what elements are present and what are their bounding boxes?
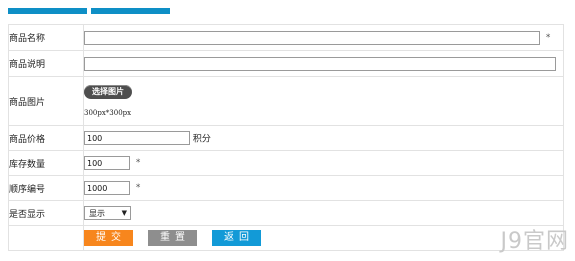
chevron-down-icon: ▼: [121, 209, 127, 217]
stock-quantity-label: 库存数量: [8, 150, 84, 176]
product-image-cell: 选择图片 300px*300px: [83, 76, 564, 126]
sort-order-required-mark: *: [135, 183, 141, 193]
product-price-cell: 积分: [83, 125, 564, 151]
visibility-label: 是否显示: [8, 200, 84, 226]
sort-order-input[interactable]: [84, 181, 130, 195]
actions-label-cell: [8, 225, 84, 251]
image-size-hint: 300px*300px: [84, 109, 132, 117]
tab-2[interactable]: [91, 8, 170, 14]
row-product-price: 商品价格 积分: [8, 125, 564, 151]
product-description-input[interactable]: [84, 56, 556, 71]
row-stock-quantity: 库存数量 *: [8, 150, 564, 176]
row-actions: 提交 重置 返回: [8, 225, 564, 251]
actions-cell: 提交 重置 返回: [83, 225, 564, 251]
sort-order-cell: *: [83, 175, 564, 201]
stock-quantity-cell: *: [83, 150, 564, 176]
product-description-cell: [83, 50, 564, 77]
price-unit-label: 积分: [192, 134, 211, 145]
submit-button[interactable]: 提交: [84, 230, 133, 246]
product-image-label: 商品图片: [8, 76, 84, 126]
row-sort-order: 顺序编号 *: [8, 175, 564, 201]
product-name-label: 商品名称: [8, 24, 84, 51]
row-visibility: 是否显示 显示 ▼: [8, 200, 564, 226]
product-name-required-mark: *: [545, 32, 551, 43]
product-description-label: 商品说明: [8, 50, 84, 77]
row-product-description: 商品说明: [8, 50, 564, 77]
visibility-select[interactable]: 显示 ▼: [84, 206, 131, 220]
row-product-image: 商品图片 选择图片 300px*300px: [8, 76, 564, 126]
sort-order-label: 顺序编号: [8, 175, 84, 201]
row-product-name: 商品名称 *: [8, 24, 564, 51]
reset-button[interactable]: 重置: [148, 230, 197, 246]
product-form: 商品名称 * 商品说明 商品图片 选择图片 300px*300px 商品价格 积…: [8, 24, 564, 251]
product-name-input[interactable]: [84, 30, 540, 45]
stock-quantity-input[interactable]: [84, 156, 130, 170]
select-image-button[interactable]: 选择图片: [84, 85, 132, 99]
product-price-input[interactable]: [84, 131, 190, 145]
product-name-cell: *: [83, 24, 564, 51]
watermark: J9官网: [500, 229, 569, 254]
tab-1[interactable]: [8, 8, 87, 14]
back-button[interactable]: 返回: [212, 230, 261, 246]
visibility-cell: 显示 ▼: [83, 200, 564, 226]
visibility-selected-value: 显示: [89, 209, 105, 218]
stock-quantity-required-mark: *: [135, 158, 141, 168]
product-price-label: 商品价格: [8, 125, 84, 151]
